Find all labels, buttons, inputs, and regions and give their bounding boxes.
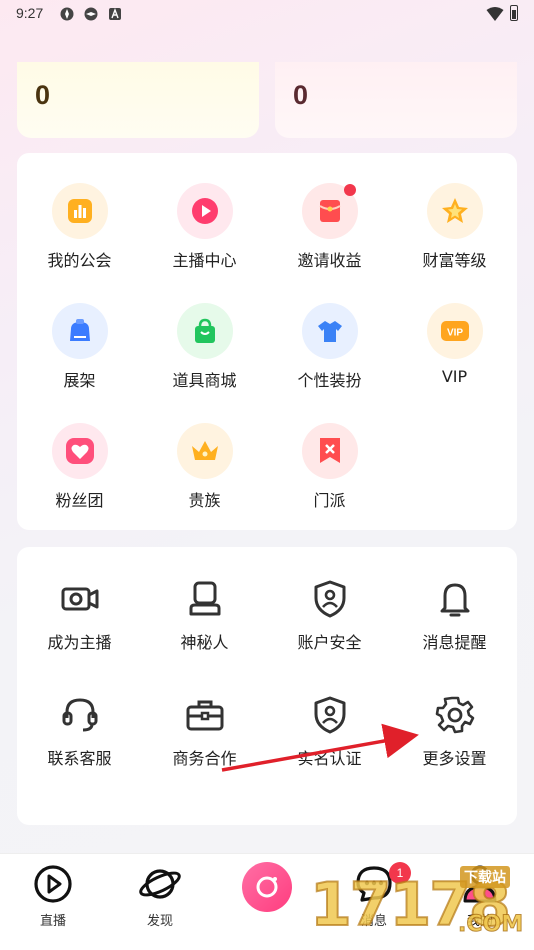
setting-label: 账户安全 (297, 633, 362, 652)
feature-shelf[interactable]: 展架 (17, 303, 142, 391)
briefcase-icon (183, 693, 227, 737)
nav-label: 发现 (146, 914, 173, 929)
bell-icon (433, 577, 477, 621)
shield-icon (308, 577, 352, 621)
gear-icon (433, 693, 477, 737)
feature-vip[interactable]: VIP VIP (392, 303, 517, 386)
status-bar: 9:27 (0, 0, 534, 28)
feature-label: 个性装扮 (297, 371, 362, 390)
feature-my-guild[interactable]: 我的公会 (17, 183, 142, 271)
status-time: 9:27 (16, 5, 44, 21)
nav-label: 直播 (39, 914, 66, 929)
feature-nobility[interactable]: 贵族 (142, 423, 267, 511)
feature-label: 贵族 (188, 491, 221, 510)
setting-label: 联系客服 (47, 749, 112, 768)
setting-label: 神秘人 (180, 633, 229, 652)
camera-lens-icon (256, 876, 278, 898)
feature-label: 主播中心 (172, 251, 237, 270)
setting-label: 实名认证 (297, 749, 362, 768)
setting-label: 商务合作 (172, 749, 237, 768)
feature-wealth-level[interactable]: 财富等级 (392, 183, 517, 271)
red-envelope-icon (301, 183, 358, 239)
nav-discover[interactable]: 发现 (120, 864, 200, 929)
feature-label: 财富等级 (422, 251, 487, 270)
feature-personal-dressup[interactable]: 个性装扮 (267, 303, 392, 391)
feature-label: 门派 (313, 491, 346, 510)
feature-label: 邀请收益 (297, 251, 362, 270)
balance-value: 0 (35, 80, 51, 110)
setting-business-cooperation[interactable]: 商务合作 (142, 693, 267, 769)
setting-contact-service[interactable]: 联系客服 (17, 693, 142, 769)
battery-icon (510, 5, 518, 21)
svg-text:VIP: VIP (446, 328, 462, 339)
start-live-button[interactable] (242, 862, 292, 912)
setting-more-settings[interactable]: 更多设置 (392, 693, 517, 769)
text-notification-icon (109, 8, 121, 20)
play-circle-icon (176, 183, 233, 239)
setting-become-anchor[interactable]: 成为主播 (17, 577, 142, 653)
feature-label: 展架 (63, 371, 96, 390)
watermark-domain: .COM (457, 912, 524, 938)
setting-label: 成为主播 (47, 633, 112, 652)
feature-fan-club[interactable]: 粉丝团 (17, 423, 142, 511)
features-panel: 我的公会 主播中心 邀请收益 财富等级 展架 道具商城 个性装扮 VIP VIP… (17, 153, 517, 530)
app-notification-icon (60, 7, 74, 21)
setting-message-reminder[interactable]: 消息提醒 (392, 577, 517, 653)
id-shield-icon (308, 693, 352, 737)
setting-account-security[interactable]: 账户安全 (267, 577, 392, 653)
site-watermark: 17178 下载站 .COM (309, 860, 534, 950)
guild-chart-icon (51, 183, 108, 239)
app-notification-icon (84, 7, 98, 21)
crown-icon (176, 423, 233, 479)
headset-icon (58, 693, 102, 737)
planet-icon (139, 869, 181, 899)
wifi-icon (486, 7, 504, 21)
star-icon (426, 183, 483, 239)
feature-sect[interactable]: 门派 (267, 423, 392, 511)
feature-invite-income[interactable]: 邀请收益 (267, 183, 392, 271)
setting-real-name-auth[interactable]: 实名认证 (267, 693, 392, 769)
setting-label: 更多设置 (422, 749, 487, 768)
vip-icon: VIP (426, 303, 483, 359)
balance-value: 0 (293, 80, 309, 110)
feature-prop-mall[interactable]: 道具商城 (142, 303, 267, 391)
feature-label: 粉丝团 (55, 491, 104, 510)
setting-mystery-person[interactable]: 神秘人 (142, 577, 267, 653)
tshirt-icon (301, 303, 358, 359)
heart-icon (51, 423, 108, 479)
shopping-bag-icon (176, 303, 233, 359)
balance-card-left[interactable]: 0 (17, 62, 259, 138)
shelf-bag-icon (51, 303, 108, 359)
play-icon (34, 865, 72, 903)
video-camera-icon (58, 577, 102, 621)
feature-label: 道具商城 (172, 371, 237, 390)
nav-live[interactable]: 直播 (13, 864, 93, 929)
feature-anchor-center[interactable]: 主播中心 (142, 183, 267, 271)
feature-label: 我的公会 (47, 251, 112, 270)
setting-label: 消息提醒 (422, 633, 487, 652)
watermark-label: 下载站 (460, 866, 510, 888)
mystery-person-icon (183, 577, 227, 621)
settings-panel: 成为主播 神秘人 账户安全 消息提醒 联系客服 商务合作 实名认证 更多设置 (17, 547, 517, 825)
banner-icon (301, 423, 358, 479)
feature-label: VIP (441, 367, 468, 386)
notification-dot (343, 184, 356, 196)
balance-card-right[interactable]: 0 (275, 62, 517, 138)
